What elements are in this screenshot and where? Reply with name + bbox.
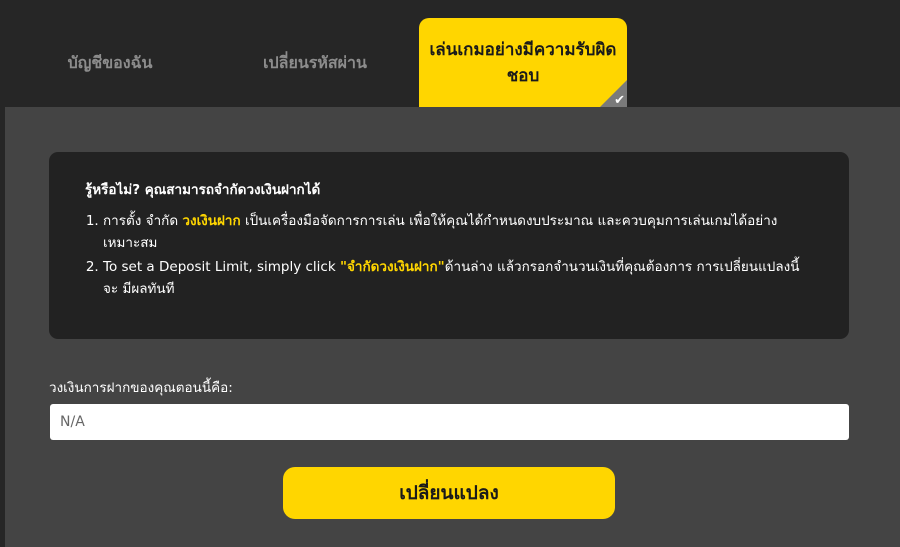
info-item: To set a Deposit Limit, simply click "จำ… [103, 256, 813, 300]
info-item: การตั้ง จำกัด วงเงินฝาก เป็นเครื่องมือจั… [103, 210, 813, 254]
info-text: การตั้ง จำกัด [103, 213, 183, 229]
tab-change-password[interactable]: เปลี่ยนรหัสผ่าน [225, 18, 405, 108]
check-icon: ✔ [614, 93, 625, 108]
tab-responsible-gaming[interactable]: เล่นเกมอย่างมีความรับผิดชอบ ✔ [419, 18, 627, 108]
change-button[interactable]: เปลี่ยนแปลง [283, 467, 615, 519]
tab-my-account[interactable]: บัญชีของฉัน [20, 18, 200, 108]
info-highlight: วงเงินฝาก [182, 213, 241, 229]
deposit-limit-field[interactable] [50, 404, 849, 440]
info-box: รู้หรือไม่? คุณสามารถจำกัดวงเงินฝากได้ ก… [49, 152, 849, 339]
info-highlight: "จำกัดวงเงินฝาก" [339, 259, 445, 275]
tab-bar: บัญชีของฉัน เปลี่ยนรหัสผ่าน เล่นเกมอย่าง… [0, 0, 900, 108]
tab-label: บัญชีของฉัน [67, 52, 153, 72]
info-title: รู้หรือไม่? คุณสามารถจำกัดวงเงินฝากได้ [85, 182, 321, 198]
deposit-limit-label: วงเงินการฝากของคุณตอนนี้คือ: [49, 380, 233, 396]
tab-label: เล่นเกมอย่างมีความรับผิดชอบ [429, 40, 617, 86]
info-list: การตั้ง จำกัด วงเงินฝาก เป็นเครื่องมือจั… [85, 210, 813, 300]
info-text: To set a Deposit Limit, simply click [103, 259, 340, 275]
tab-label: เปลี่ยนรหัสผ่าน [263, 52, 367, 72]
